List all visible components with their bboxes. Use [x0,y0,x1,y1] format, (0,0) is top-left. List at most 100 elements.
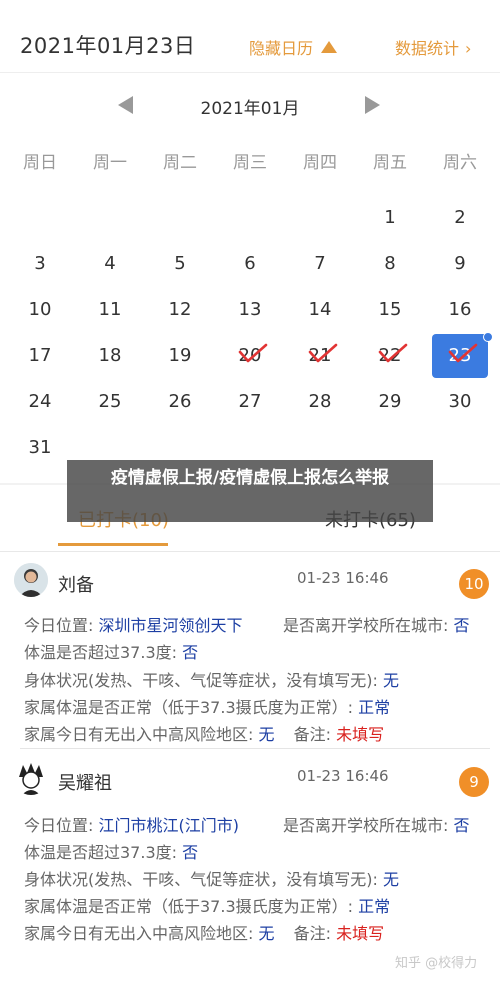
calendar-day-25[interactable]: 25 [75,378,145,424]
weekday-sun: 周日 [23,153,57,173]
location-label: 今日位置: [24,816,99,835]
count-badge: 10 [459,569,489,599]
data-stats-label: 数据统计 [395,39,460,58]
left-city-label: 是否离开学校所在城市: [283,816,454,835]
day-number: 4 [104,252,116,274]
calendar-day-7[interactable]: 7 [285,240,355,286]
month-navigation: 2021年01月 [0,94,500,119]
day-number: 28 [308,390,332,412]
day-number: 30 [448,390,472,412]
calendar-day-26[interactable]: 26 [145,378,215,424]
calendar-empty-cell [75,194,145,240]
family-temp-line: 家属体温是否正常（低于37.3摄氏度为正常）: 正常 [24,893,390,917]
health-value: 无 [382,671,399,690]
calendar-day-24[interactable]: 24 [5,378,75,424]
location-value: 深圳市星河领创天下 [98,616,243,635]
month-label: 2021年01月 [200,99,300,119]
next-month-icon[interactable] [365,96,380,114]
calendar-day-14[interactable]: 14 [285,286,355,332]
day-number: 14 [308,298,332,320]
calendar-day-9[interactable]: 9 [425,240,495,286]
calendar-day-21[interactable]: 21 [285,332,355,378]
day-number: 27 [238,390,262,412]
health-line: 身体状况(发热、干咳、气促等症状，没有填写无): 无 [24,866,399,890]
calendar-empty-cell [5,194,75,240]
calendar-day-30[interactable]: 30 [425,378,495,424]
calendar-day-15[interactable]: 15 [355,286,425,332]
avatar [14,563,48,597]
note-value: 未填写 [336,725,385,744]
calendar-day-10[interactable]: 10 [5,286,75,332]
calendar-day-27[interactable]: 27 [215,378,285,424]
calendar-day-12[interactable]: 12 [145,286,215,332]
day-number: 29 [378,390,402,412]
left-city-line: 是否离开学校所在城市: 否 [283,812,470,836]
calendar-week-row: 12 [5,194,495,240]
family-temp-label: 家属体温是否正常（低于37.3摄氏度为正常）: [24,698,359,717]
checkmark-icon [448,343,478,363]
calendar-day-1[interactable]: 1 [355,194,425,240]
calendar-day-5[interactable]: 5 [145,240,215,286]
data-stats-button[interactable]: 数据统计 › [395,35,471,59]
calendar-day-13[interactable]: 13 [215,286,285,332]
location-line: 今日位置: 江门市桃江(江门市) [24,812,239,836]
day-number: 25 [98,390,122,412]
calendar-day-22[interactable]: 22 [355,332,425,378]
calendar-day-11[interactable]: 11 [75,286,145,332]
calendar-day-3[interactable]: 3 [5,240,75,286]
calendar-day-16[interactable]: 16 [425,286,495,332]
weekday-thu: 周四 [303,153,337,173]
selected-date-title: 2021年01月23日 [20,34,196,58]
checkin-time: 01-23 16:46 [297,767,389,785]
family-risk-label: 家属今日有无出入中高风险地区: [24,924,259,943]
temperature-label: 体温是否超过37.3度: [24,843,183,862]
calendar-day-18[interactable]: 18 [75,332,145,378]
calendar-day-28[interactable]: 28 [285,378,355,424]
person-avatar-icon [14,563,48,597]
day-number: 16 [448,298,472,320]
left-city-value: 否 [453,616,470,635]
calendar-day-6[interactable]: 6 [215,240,285,286]
health-label: 身体状况(发热、干咳、气促等症状，没有填写无): [24,870,383,889]
note-label: 备注: [293,924,337,943]
calendar-day-20[interactable]: 20 [215,332,285,378]
day-number: 7 [314,252,326,274]
temperature-line: 体温是否超过37.3度: 否 [24,839,198,863]
weekday-fri: 周五 [373,153,407,173]
day-number: 3 [34,252,46,274]
family-risk-line: 家属今日有无出入中高风险地区: 无 备注: 未填写 [24,721,384,745]
calendar-day-2[interactable]: 2 [425,194,495,240]
calendar-day-23[interactable]: 23 [425,332,495,378]
calendar-day-19[interactable]: 19 [145,332,215,378]
day-number: 1 [384,206,396,228]
calendar-day-17[interactable]: 17 [5,332,75,378]
left-city-line: 是否离开学校所在城市: 否 [283,612,470,636]
day-number: 10 [28,298,52,320]
day-number: 19 [168,344,192,366]
active-tab-indicator [58,543,168,546]
checkmark-icon [378,343,408,363]
family-risk-value: 无 [258,924,275,943]
title-overlay: 疫情虚假上报/疫情虚假上报怎么举报 [67,460,433,522]
hide-calendar-label: 隐藏日历 [249,39,314,58]
checkin-time: 01-23 16:46 [297,569,389,587]
location-line: 今日位置: 深圳市星河领创天下 [24,612,243,636]
avatar [14,761,48,795]
day-number: 2 [454,206,466,228]
divider [20,748,490,749]
note-label: 备注: [293,725,337,744]
health-value: 无 [382,870,399,889]
day-number: 12 [168,298,192,320]
calendar-day-4[interactable]: 4 [75,240,145,286]
day-number: 6 [244,252,256,274]
health-line: 身体状况(发热、干咳、气促等症状，没有填写无): 无 [24,667,399,691]
notification-dot [483,332,493,342]
hide-calendar-button[interactable]: 隐藏日历 [249,35,338,59]
weekday-wed: 周三 [233,153,267,173]
watermark: 知乎 @校得力 [395,956,478,971]
calendar-day-31[interactable]: 31 [5,424,75,470]
calendar-day-29[interactable]: 29 [355,378,425,424]
divider [0,551,500,552]
calendar-day-8[interactable]: 8 [355,240,425,286]
anime-avatar-icon [14,761,48,795]
